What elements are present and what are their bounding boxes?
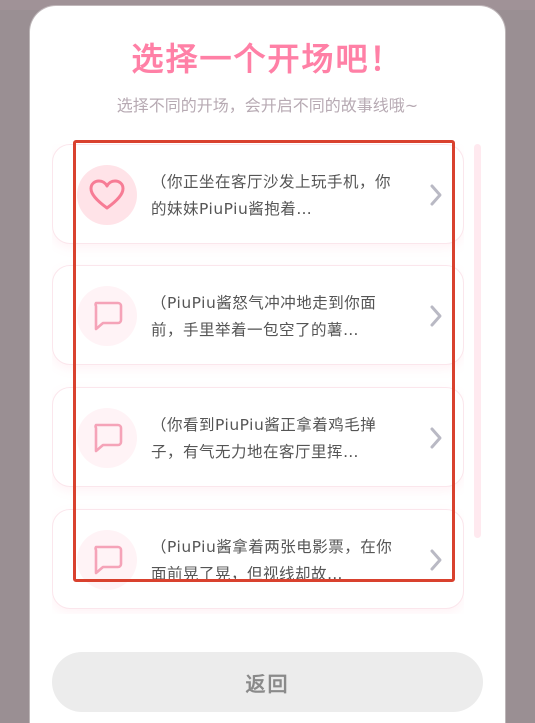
- selection-highlight-box: [73, 140, 455, 582]
- dialog-title: 选择一个开场吧！: [131, 40, 404, 78]
- list-scrollbar[interactable]: [474, 144, 481, 538]
- dialog-subtitle: 选择不同的开场，会开启不同的故事线哦~: [116, 96, 419, 115]
- back-button[interactable]: 返回: [52, 652, 483, 712]
